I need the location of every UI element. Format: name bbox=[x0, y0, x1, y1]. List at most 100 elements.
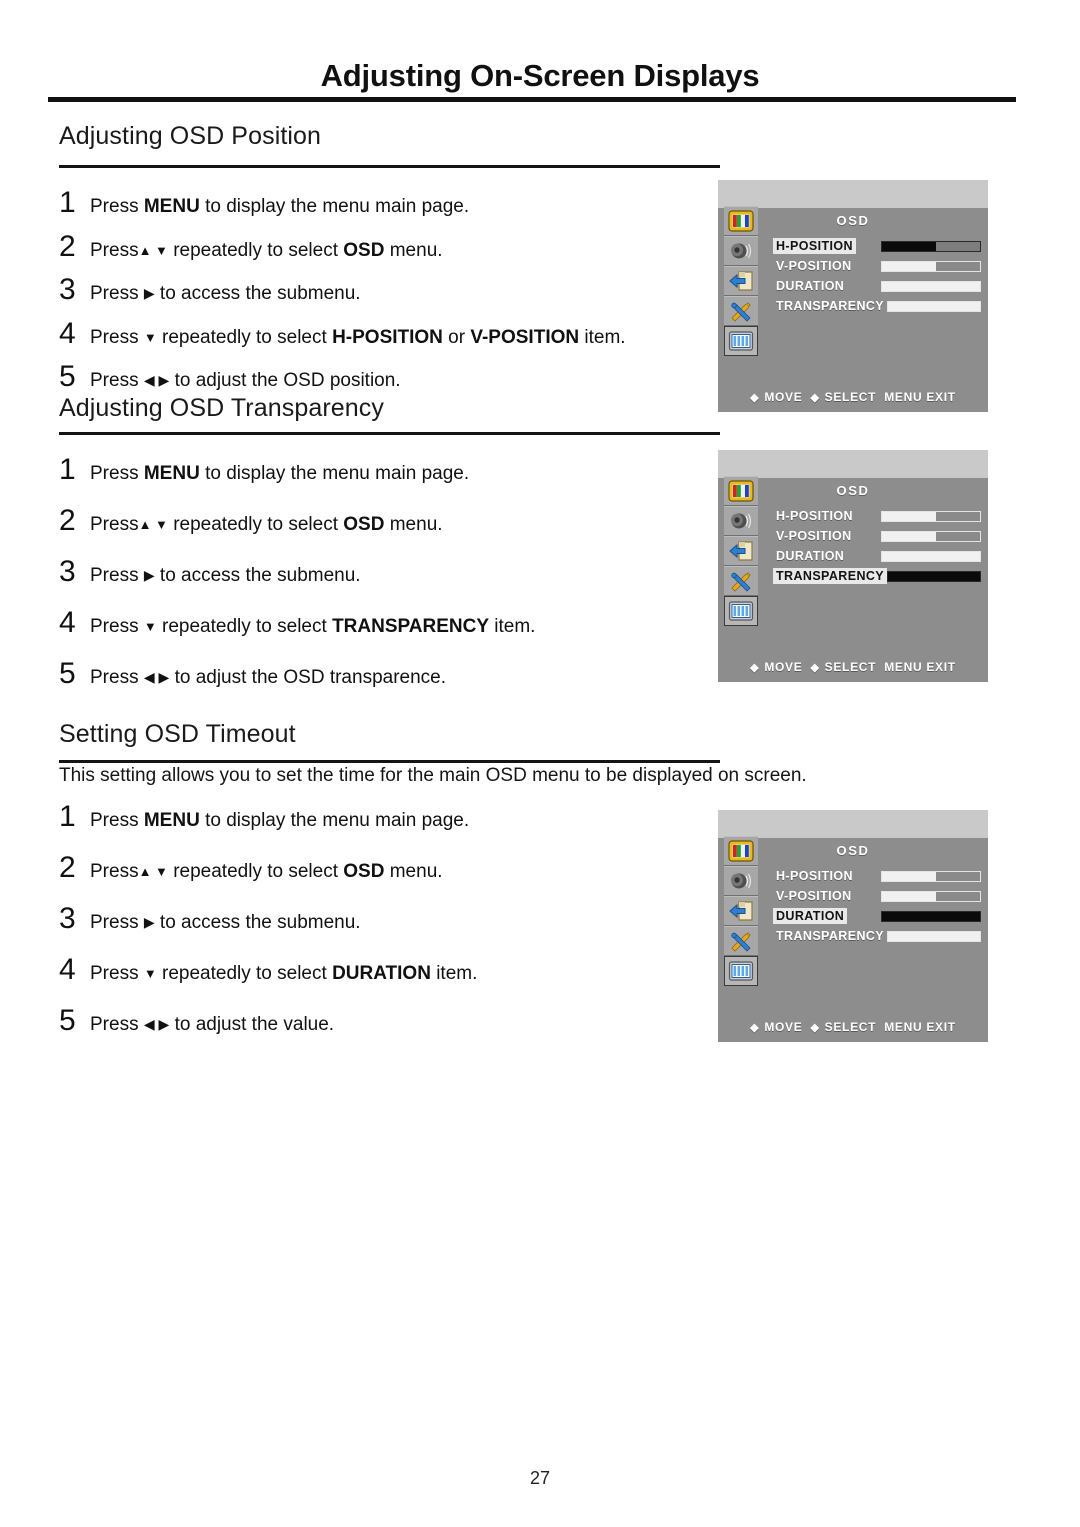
osd-icon-rail bbox=[724, 476, 758, 626]
osd-menu-title: OSD bbox=[836, 483, 870, 498]
diamond-icon: ◆ bbox=[810, 661, 820, 674]
osd-grid-icon-svg bbox=[728, 601, 754, 621]
osd-row-duration[interactable]: DURATION bbox=[773, 276, 981, 296]
right-arrow-glyph: ▶ bbox=[143, 285, 155, 301]
picture-color-bars-icon[interactable] bbox=[724, 476, 758, 506]
speaker-audio-icon[interactable] bbox=[724, 506, 758, 536]
section-heading-osd-transparency: Adjusting OSD Transparency bbox=[59, 394, 384, 422]
tools-setup-icon-svg bbox=[731, 572, 751, 592]
step-item: 1 Press MENU to display the menu main pa… bbox=[59, 453, 469, 487]
osd-row-v-position[interactable]: V-POSITION bbox=[773, 256, 981, 276]
picture-color-bars-icon[interactable] bbox=[724, 836, 758, 866]
picture-color-bars-icon-svg bbox=[728, 840, 754, 862]
osd-row-label: TRANSPARENCY bbox=[773, 568, 888, 584]
section-divider-1 bbox=[59, 165, 720, 168]
osd-footer-hints: ◆ MOVE ◆ SELECT MENU EXIT bbox=[718, 1020, 988, 1034]
picture-color-bars-icon[interactable] bbox=[724, 206, 758, 236]
osd-grid-icon-svg bbox=[728, 961, 754, 981]
step-item: 4 Press ▼ repeatedly to select H-POSITIO… bbox=[59, 317, 626, 351]
osd-screenshot-transparency: OSD H-POSITION V-POSITION DURATION TRANS… bbox=[718, 450, 988, 682]
osd-row-slider[interactable] bbox=[881, 550, 981, 562]
step-number: 5 bbox=[59, 657, 76, 690]
input-source-icon-svg bbox=[729, 901, 753, 921]
picture-color-bars-icon-svg bbox=[728, 210, 754, 232]
step-text: Press▲ ▼ repeatedly to select OSD menu. bbox=[90, 240, 443, 261]
down-arrow-glyph: ▼ bbox=[143, 966, 157, 981]
osd-row-slider[interactable] bbox=[881, 910, 981, 922]
osd-grid-icon[interactable] bbox=[724, 956, 758, 986]
osd-menu-rows: H-POSITION V-POSITION DURATION TRANSPARE… bbox=[773, 506, 981, 586]
speaker-audio-icon[interactable] bbox=[724, 236, 758, 266]
speaker-audio-icon-svg bbox=[731, 513, 751, 529]
step-number: 3 bbox=[59, 273, 76, 306]
osd-row-transparency[interactable]: TRANSPARENCY bbox=[773, 296, 981, 316]
manual-page: Adjusting On-Screen Displays Adjusting O… bbox=[0, 0, 1080, 1527]
leftright-arrow-glyph: ◀ ▶ bbox=[143, 372, 170, 388]
step-number: 4 bbox=[59, 953, 76, 986]
osd-row-slider[interactable] bbox=[881, 260, 981, 272]
osd-row-label: TRANSPARENCY bbox=[776, 929, 885, 943]
osd-row-slider[interactable] bbox=[881, 530, 981, 542]
step-text: Press MENU to display the menu main page… bbox=[90, 463, 470, 484]
osd-row-slider[interactable] bbox=[887, 930, 981, 942]
osd-row-label: V-POSITION bbox=[776, 529, 852, 543]
osd-row-slider[interactable] bbox=[887, 570, 981, 582]
input-source-icon[interactable] bbox=[724, 896, 758, 926]
input-source-icon[interactable] bbox=[724, 266, 758, 296]
osd-row-slider[interactable] bbox=[881, 240, 981, 252]
step-item: 1 Press MENU to display the menu main pa… bbox=[59, 186, 469, 220]
step-text: Press ▼ repeatedly to select DURATION it… bbox=[90, 963, 478, 984]
step-number: 4 bbox=[59, 606, 76, 639]
step-item: 3 Press ▶ to access the submenu. bbox=[59, 555, 361, 589]
osd-icon-rail bbox=[724, 836, 758, 986]
osd-menu-rows: H-POSITION V-POSITION DURATION TRANSPARE… bbox=[773, 236, 981, 316]
osd-grid-icon[interactable] bbox=[724, 326, 758, 356]
osd-row-duration[interactable]: DURATION bbox=[773, 906, 981, 926]
step-item: 3 Press ▶ to access the submenu. bbox=[59, 273, 361, 307]
step-item: 1 Press MENU to display the menu main pa… bbox=[59, 800, 469, 834]
osd-row-h-position[interactable]: H-POSITION bbox=[773, 506, 981, 526]
osd-grid-icon[interactable] bbox=[724, 596, 758, 626]
osd-row-v-position[interactable]: V-POSITION bbox=[773, 886, 981, 906]
osd-row-label: DURATION bbox=[776, 549, 845, 563]
osd-row-h-position[interactable]: H-POSITION bbox=[773, 236, 981, 256]
step-text: Press ◀ ▶ to adjust the OSD transparence… bbox=[90, 667, 447, 688]
tools-setup-icon[interactable] bbox=[724, 926, 758, 956]
input-source-icon-svg bbox=[729, 271, 753, 291]
osd-row-label: V-POSITION bbox=[776, 889, 852, 903]
right-arrow-glyph: ▶ bbox=[143, 914, 155, 930]
osd-row-slider[interactable] bbox=[881, 280, 981, 292]
osd-row-slider[interactable] bbox=[887, 300, 981, 312]
osd-icon-rail bbox=[724, 206, 758, 356]
osd-row-slider[interactable] bbox=[881, 890, 981, 902]
osd-select-hint: ◆ SELECT bbox=[810, 660, 877, 674]
section-divider-2 bbox=[59, 432, 720, 435]
page-title: Adjusting On-Screen Displays bbox=[320, 58, 760, 93]
tools-setup-icon[interactable] bbox=[724, 296, 758, 326]
tools-setup-icon[interactable] bbox=[724, 566, 758, 596]
osd-row-slider[interactable] bbox=[881, 870, 981, 882]
updown-arrow-glyph: ▲ ▼ bbox=[138, 864, 168, 879]
osd-row-duration[interactable]: DURATION bbox=[773, 546, 981, 566]
input-source-icon[interactable] bbox=[724, 536, 758, 566]
osd-row-slider[interactable] bbox=[881, 510, 981, 522]
diamond-icon: ◆ bbox=[810, 391, 820, 404]
osd-row-v-position[interactable]: V-POSITION bbox=[773, 526, 981, 546]
osd-exit-hint: MENU EXIT bbox=[884, 660, 956, 674]
osd-top-strip bbox=[718, 180, 988, 208]
down-arrow-glyph: ▼ bbox=[143, 330, 157, 345]
osd-row-h-position[interactable]: H-POSITION bbox=[773, 866, 981, 886]
step-item: 4 Press ▼ repeatedly to select DURATION … bbox=[59, 953, 477, 987]
osd-select-hint: ◆ SELECT bbox=[810, 390, 877, 404]
step-item: 2 Press▲ ▼ repeatedly to select OSD menu… bbox=[59, 230, 443, 264]
step-item: 2 Press▲ ▼ repeatedly to select OSD menu… bbox=[59, 504, 443, 538]
speaker-audio-icon[interactable] bbox=[724, 866, 758, 896]
section-divider-3 bbox=[59, 760, 720, 763]
step-text: Press MENU to display the menu main page… bbox=[90, 196, 470, 217]
osd-row-transparency[interactable]: TRANSPARENCY bbox=[773, 926, 981, 946]
step-text: Press ▶ to access the submenu. bbox=[90, 912, 361, 933]
osd-row-transparency[interactable]: TRANSPARENCY bbox=[773, 566, 981, 586]
title-divider bbox=[48, 97, 1016, 102]
diamond-icon: ◆ bbox=[750, 1021, 760, 1034]
osd-top-strip bbox=[718, 450, 988, 478]
